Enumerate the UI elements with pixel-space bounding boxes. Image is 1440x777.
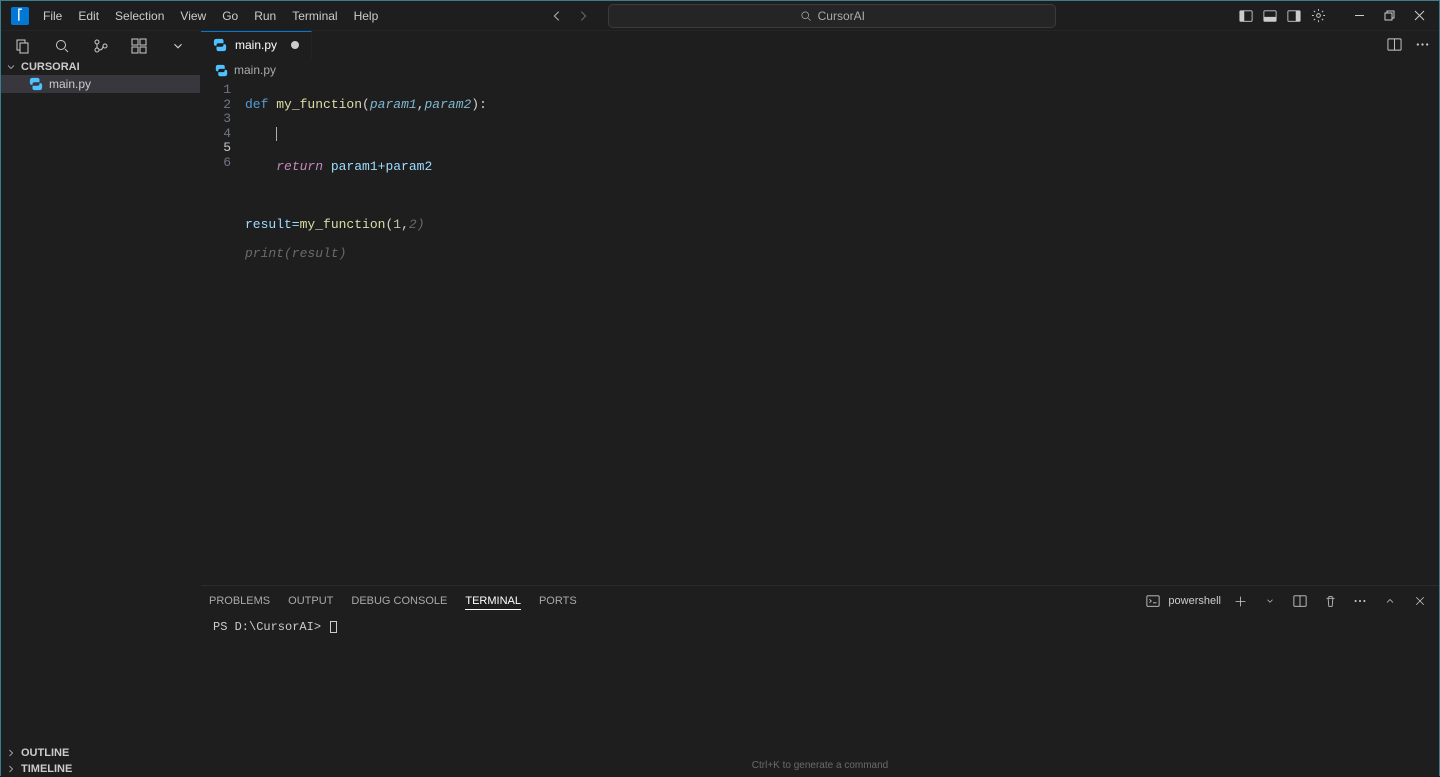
terminal-shell-name[interactable]: powershell	[1168, 595, 1221, 607]
python-file-icon	[215, 64, 228, 77]
outline-label: OUTLINE	[21, 747, 69, 759]
layout-panel-icon[interactable]	[1259, 5, 1281, 27]
close-panel-icon[interactable]	[1409, 590, 1431, 612]
tab-main-py[interactable]: main.py	[201, 31, 312, 58]
titlebar: ⎡ File Edit Selection View Go Run Termin…	[1, 1, 1439, 31]
menu-bar: File Edit Selection View Go Run Terminal…	[35, 5, 386, 27]
maximize-panel-icon[interactable]	[1379, 590, 1401, 612]
window-close-icon[interactable]	[1405, 5, 1433, 27]
outline-section[interactable]: OUTLINE	[1, 745, 200, 761]
terminal-cursor	[330, 621, 337, 633]
panel-tab-problems[interactable]: PROBLEMS	[209, 593, 270, 609]
chevron-right-icon	[5, 747, 17, 759]
explorer-icon[interactable]	[13, 35, 34, 57]
terminal[interactable]: PS D:\CursorAI>	[201, 616, 1439, 760]
new-terminal-icon[interactable]	[1229, 590, 1251, 612]
terminal-prompt: PS D:\CursorAI>	[213, 620, 328, 634]
menu-run[interactable]: Run	[246, 5, 284, 27]
menu-help[interactable]: Help	[346, 5, 387, 27]
file-item-main-py[interactable]: main.py	[1, 75, 200, 93]
window-restore-icon[interactable]	[1375, 5, 1403, 27]
code-editor[interactable]: 1 2 3 4 5 6 def my_function(param1,param…	[201, 81, 1439, 585]
app-icon: ⎡	[11, 7, 29, 25]
timeline-section[interactable]: TIMELINE	[1, 761, 200, 777]
terminal-shell-icon[interactable]	[1146, 594, 1160, 608]
timeline-label: TIMELINE	[21, 763, 72, 775]
file-item-label: main.py	[49, 77, 91, 91]
nav-back-icon[interactable]	[546, 5, 568, 27]
chevron-down-icon	[5, 61, 17, 73]
panel-tab-output[interactable]: OUTPUT	[288, 593, 333, 609]
source-control-icon[interactable]	[90, 35, 111, 57]
search-icon	[800, 10, 812, 22]
menu-go[interactable]: Go	[214, 5, 246, 27]
nav-forward-icon[interactable]	[572, 5, 594, 27]
command-center-search[interactable]: CursorAI	[608, 4, 1056, 28]
menu-file[interactable]: File	[35, 5, 70, 27]
search-text: CursorAI	[818, 9, 865, 23]
terminal-hint: Ctrl+K to generate a command	[201, 760, 1439, 777]
line-gutter: 1 2 3 4 5 6	[201, 83, 245, 585]
more-views-chevron-icon[interactable]	[167, 35, 188, 57]
explorer-sidebar: CURSORAI main.py OUTLINE TIMELINE	[1, 31, 201, 777]
layout-sidebar-right-icon[interactable]	[1283, 5, 1305, 27]
settings-gear-icon[interactable]	[1307, 5, 1329, 27]
explorer-folder-header[interactable]: CURSORAI	[1, 59, 200, 75]
menu-terminal[interactable]: Terminal	[284, 5, 345, 27]
dirty-indicator-icon	[291, 41, 299, 49]
terminal-overflow-icon[interactable]	[1349, 590, 1371, 612]
bottom-panel: PROBLEMS OUTPUT DEBUG CONSOLE TERMINAL P…	[201, 585, 1439, 777]
window-minimize-icon[interactable]	[1345, 5, 1373, 27]
search-sidebar-icon[interactable]	[52, 35, 73, 57]
tab-label: main.py	[235, 38, 277, 52]
breadcrumb-filename: main.py	[234, 63, 276, 77]
tab-bar: main.py	[201, 31, 1439, 59]
menu-view[interactable]: View	[172, 5, 214, 27]
split-terminal-icon[interactable]	[1289, 590, 1311, 612]
split-editor-icon[interactable]	[1383, 34, 1405, 56]
kill-terminal-icon[interactable]	[1319, 590, 1341, 612]
terminal-dropdown-icon[interactable]	[1259, 590, 1281, 612]
panel-tab-debug[interactable]: DEBUG CONSOLE	[351, 593, 447, 609]
python-file-icon	[213, 38, 227, 52]
menu-edit[interactable]: Edit	[70, 5, 107, 27]
editor-more-actions-icon[interactable]	[1411, 34, 1433, 56]
project-name: CURSORAI	[21, 61, 80, 73]
breadcrumb[interactable]: main.py	[201, 59, 1439, 81]
python-file-icon	[29, 77, 43, 91]
panel-tab-terminal[interactable]: TERMINAL	[465, 593, 521, 610]
editor-region: main.py main.py 1 2 3 4 5 6 def my	[201, 31, 1439, 777]
layout-sidebar-left-icon[interactable]	[1235, 5, 1257, 27]
chevron-right-icon	[5, 763, 17, 775]
extensions-icon[interactable]	[129, 35, 150, 57]
menu-selection[interactable]: Selection	[107, 5, 172, 27]
panel-tab-ports[interactable]: PORTS	[539, 593, 577, 609]
code-content[interactable]: def my_function(param1,param2): return p…	[245, 83, 1439, 585]
